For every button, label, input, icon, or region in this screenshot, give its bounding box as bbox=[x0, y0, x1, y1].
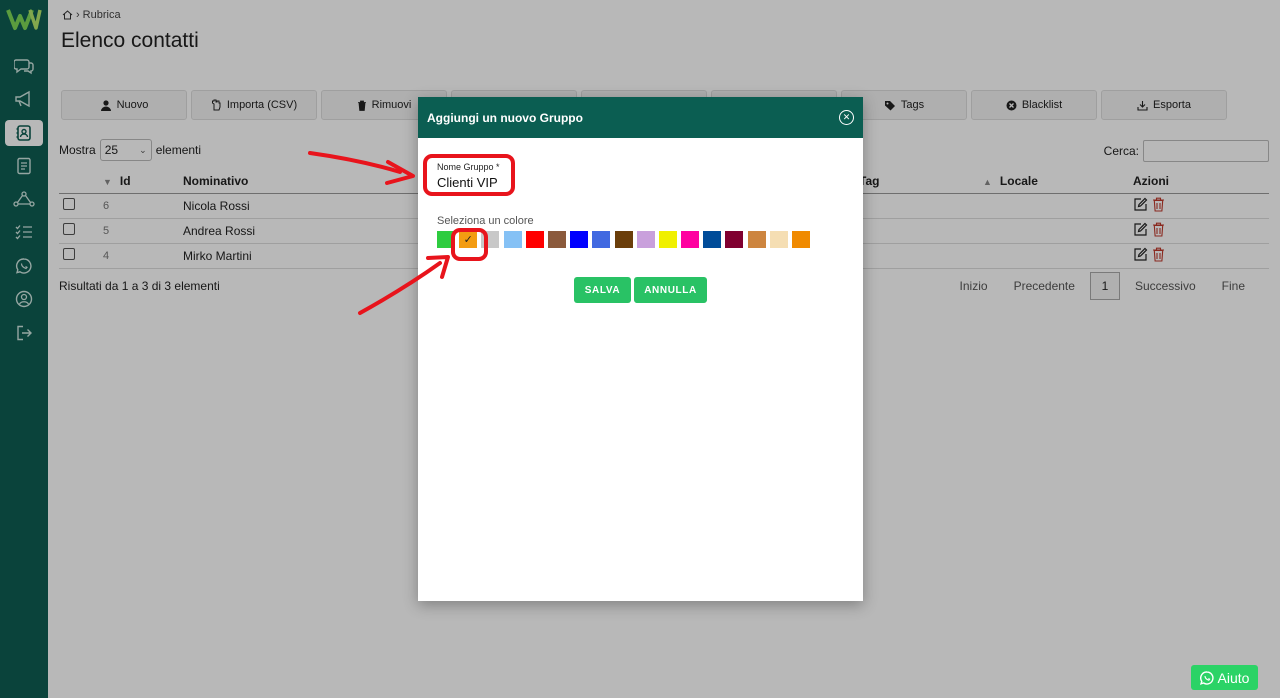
annotation-arrows bbox=[308, 151, 450, 315]
annotation-arrow bbox=[358, 255, 450, 315]
whatsapp-icon bbox=[1199, 670, 1214, 685]
help-button[interactable]: Aiuto bbox=[1191, 665, 1258, 690]
annotation-arrow bbox=[308, 151, 415, 185]
help-label: Aiuto bbox=[1217, 669, 1250, 686]
